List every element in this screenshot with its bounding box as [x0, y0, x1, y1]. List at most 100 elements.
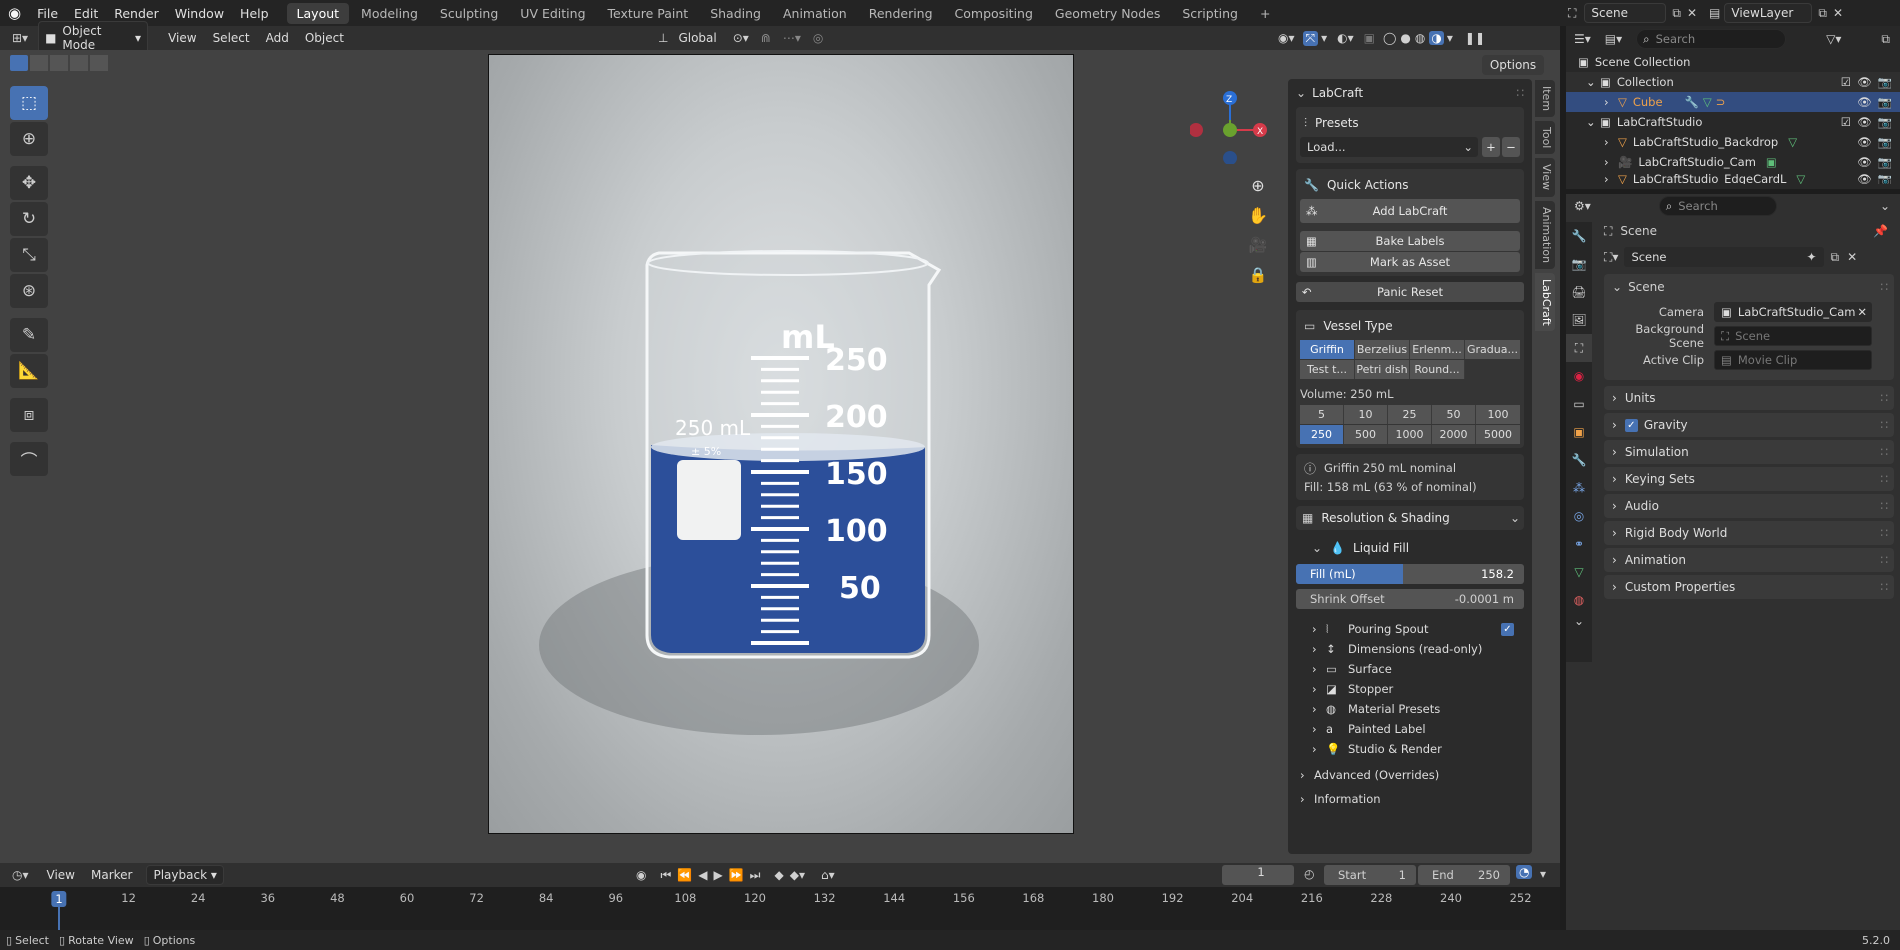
output-tab-icon[interactable]: 🖨	[1566, 278, 1592, 306]
delete-scene-icon[interactable]: ✕	[1687, 6, 1697, 20]
select-box-tool-icon[interactable]: ⬚	[10, 86, 48, 120]
volume-5[interactable]: 5	[1300, 405, 1344, 424]
camera-render-icon[interactable]: 📷	[1878, 95, 1892, 109]
mark-asset-button[interactable]: ▥ Mark as Asset	[1300, 252, 1520, 272]
volume-25[interactable]: 25	[1388, 405, 1432, 424]
drag-handle-icon[interactable]: ∷	[1880, 553, 1888, 567]
section-gravity[interactable]: › ✓ Gravity ∷	[1604, 413, 1894, 437]
annotate-tool-icon[interactable]: ✎	[10, 318, 48, 352]
sync-icon[interactable]: ◔	[1516, 865, 1533, 879]
workspace-tab-rendering[interactable]: Rendering	[859, 3, 943, 24]
workspace-tab-compositing[interactable]: Compositing	[945, 3, 1043, 24]
pivot-icon[interactable]: ⊙▾	[733, 31, 749, 45]
labcraft-header[interactable]: ⌄ LabCraft ∷	[1288, 79, 1532, 107]
start-frame-field[interactable]: Start 1	[1324, 865, 1416, 885]
timeline-menu-marker[interactable]: Marker	[83, 868, 140, 882]
chevron-down-icon[interactable]: ⌄	[1566, 614, 1592, 634]
vessel-berzelius[interactable]: Berzelius	[1355, 340, 1410, 359]
prev-key-icon[interactable]: ⏪	[677, 868, 692, 882]
timeline-editor-icon[interactable]: ◷▾	[12, 868, 29, 882]
workspace-tab-layout[interactable]: Layout	[286, 2, 350, 24]
snap-icon[interactable]: ⋒	[761, 31, 771, 45]
current-frame-field[interactable]: 1	[1222, 865, 1294, 885]
workspace-tab-texture-paint[interactable]: Texture Paint	[598, 3, 699, 24]
outliner-editor-icon[interactable]: ☰▾	[1574, 32, 1591, 46]
vessel-test-tube[interactable]: Test t...	[1300, 360, 1355, 379]
proportional-edit-icon[interactable]: ◎	[813, 31, 823, 45]
camera-render-icon[interactable]: 📷	[1878, 135, 1892, 149]
workspace-tab-animation[interactable]: Animation	[773, 3, 857, 24]
rotate-tool-icon[interactable]: ↻	[10, 202, 48, 236]
play-reverse-icon[interactable]: ◀	[698, 868, 707, 882]
chevron-down-icon[interactable]: ⌄	[1880, 199, 1890, 213]
delete-view-layer-icon[interactable]: ✕	[1833, 6, 1843, 20]
tab-tool[interactable]: Tool	[1535, 121, 1555, 155]
section-animation[interactable]: › Animation ∷	[1604, 548, 1894, 572]
section-rigid-body-world[interactable]: › Rigid Body World ∷	[1604, 521, 1894, 545]
properties-editor-icon[interactable]: ⚙▾	[1574, 199, 1591, 213]
outliner-row-edgecard[interactable]: › ▽ LabCraftStudio_EdgeCardL ▽ 👁 📷	[1566, 172, 1900, 184]
timeline-playback-dropdown[interactable]: Playback ▾	[146, 865, 224, 885]
next-key-icon[interactable]: ⏩	[729, 868, 744, 882]
select-extend-icon[interactable]	[30, 55, 48, 71]
chevron-down-icon[interactable]: ▾	[1540, 867, 1546, 881]
shading-solid-icon[interactable]: ●	[1400, 31, 1410, 45]
drag-handle-icon[interactable]: ∷	[1880, 580, 1888, 594]
bake-labels-button[interactable]: ▦ Bake Labels	[1300, 231, 1520, 251]
world-tab-icon[interactable]: ◉	[1566, 362, 1592, 390]
fill-slider[interactable]: Fill (mL) 158.2	[1296, 564, 1524, 584]
shading-wireframe-icon[interactable]: ◯	[1383, 31, 1396, 45]
tab-item[interactable]: Item	[1535, 80, 1555, 118]
shading-material-icon[interactable]: ◍	[1415, 31, 1425, 45]
tab-view[interactable]: View	[1535, 158, 1555, 197]
remove-preset-button[interactable]: −	[1502, 137, 1520, 157]
menu-view[interactable]: View	[160, 31, 204, 45]
editor-type-icon[interactable]: ⊞▾	[12, 31, 28, 45]
tool-tab-icon[interactable]: 🔧	[1566, 222, 1592, 250]
modifier-tab-icon[interactable]: 🔧	[1566, 446, 1592, 474]
camera-render-icon[interactable]: 📷	[1878, 115, 1892, 129]
camera-render-icon[interactable]: 📷	[1878, 75, 1892, 89]
blender-logo-icon[interactable]: ◉	[8, 4, 21, 22]
keyframe-next-icon[interactable]: ◆▾	[790, 868, 805, 882]
gizmo-toggle-icon[interactable]: ⤧	[1302, 30, 1319, 46]
data-tab-icon[interactable]: ▽	[1566, 558, 1592, 586]
camera-field[interactable]: ▣ LabCraftStudio_Cam ✕	[1714, 302, 1872, 322]
xray-icon[interactable]: ▣	[1364, 31, 1375, 45]
new-collection-icon[interactable]: ⧉	[1881, 32, 1890, 47]
clear-icon[interactable]: ✕	[1857, 305, 1867, 319]
vessel-griffin[interactable]: Griffin	[1300, 340, 1355, 359]
material-presets-row[interactable]: › ◍ Material Presets	[1312, 699, 1532, 719]
section-custom-properties[interactable]: › Custom Properties ∷	[1604, 575, 1894, 599]
drag-handle-icon[interactable]: ∷	[1880, 526, 1888, 540]
menu-object[interactable]: Object	[297, 31, 352, 45]
timeline-menu-view[interactable]: View	[39, 868, 83, 882]
active-clip-field[interactable]: ▤ Movie Clip	[1714, 350, 1872, 370]
scene-panel-header[interactable]: ⌄ Scene ∷	[1604, 274, 1894, 300]
collection-tab-icon[interactable]: ▭	[1566, 390, 1592, 418]
pause-render-icon[interactable]: ❚❚	[1465, 31, 1485, 45]
dimensions-row[interactable]: › ↕ Dimensions (read-only)	[1312, 639, 1532, 659]
gravity-checkbox[interactable]: ✓	[1624, 418, 1638, 432]
add-workspace-button[interactable]: +	[1250, 3, 1280, 24]
jump-end-icon[interactable]: ⏭	[750, 868, 761, 883]
workspace-tab-geometry-nodes[interactable]: Geometry Nodes	[1045, 3, 1170, 24]
drag-handle-icon[interactable]: ∷	[1516, 86, 1524, 100]
fake-user-icon[interactable]: ✦	[1806, 250, 1816, 264]
workspace-tab-scripting[interactable]: Scripting	[1172, 3, 1248, 24]
object-tab-icon[interactable]: ▣	[1566, 418, 1592, 446]
axis-gizmo-icon[interactable]: Z X	[1189, 84, 1270, 165]
menu-add[interactable]: Add	[258, 31, 297, 45]
physics-tab-icon[interactable]: ◎	[1566, 502, 1592, 530]
outliner-row-collection[interactable]: ⌄ ▣ Collection ☑ 👁 📷	[1566, 72, 1900, 92]
delete-scene-icon[interactable]: ✕	[1847, 250, 1857, 264]
advanced-row[interactable]: › Advanced (Overrides)	[1300, 765, 1532, 785]
eye-icon[interactable]: 👁	[1857, 115, 1872, 129]
drag-handle-icon[interactable]: ∷	[1880, 499, 1888, 513]
menu-window[interactable]: Window	[167, 3, 232, 24]
surface-row[interactable]: › ▭ Surface	[1312, 659, 1532, 679]
new-view-layer-icon[interactable]: ⧉	[1818, 6, 1827, 21]
select-invert-icon[interactable]	[70, 55, 88, 71]
volume-250[interactable]: 250	[1300, 425, 1344, 444]
curve-tool-icon[interactable]: ⌒	[10, 442, 48, 476]
